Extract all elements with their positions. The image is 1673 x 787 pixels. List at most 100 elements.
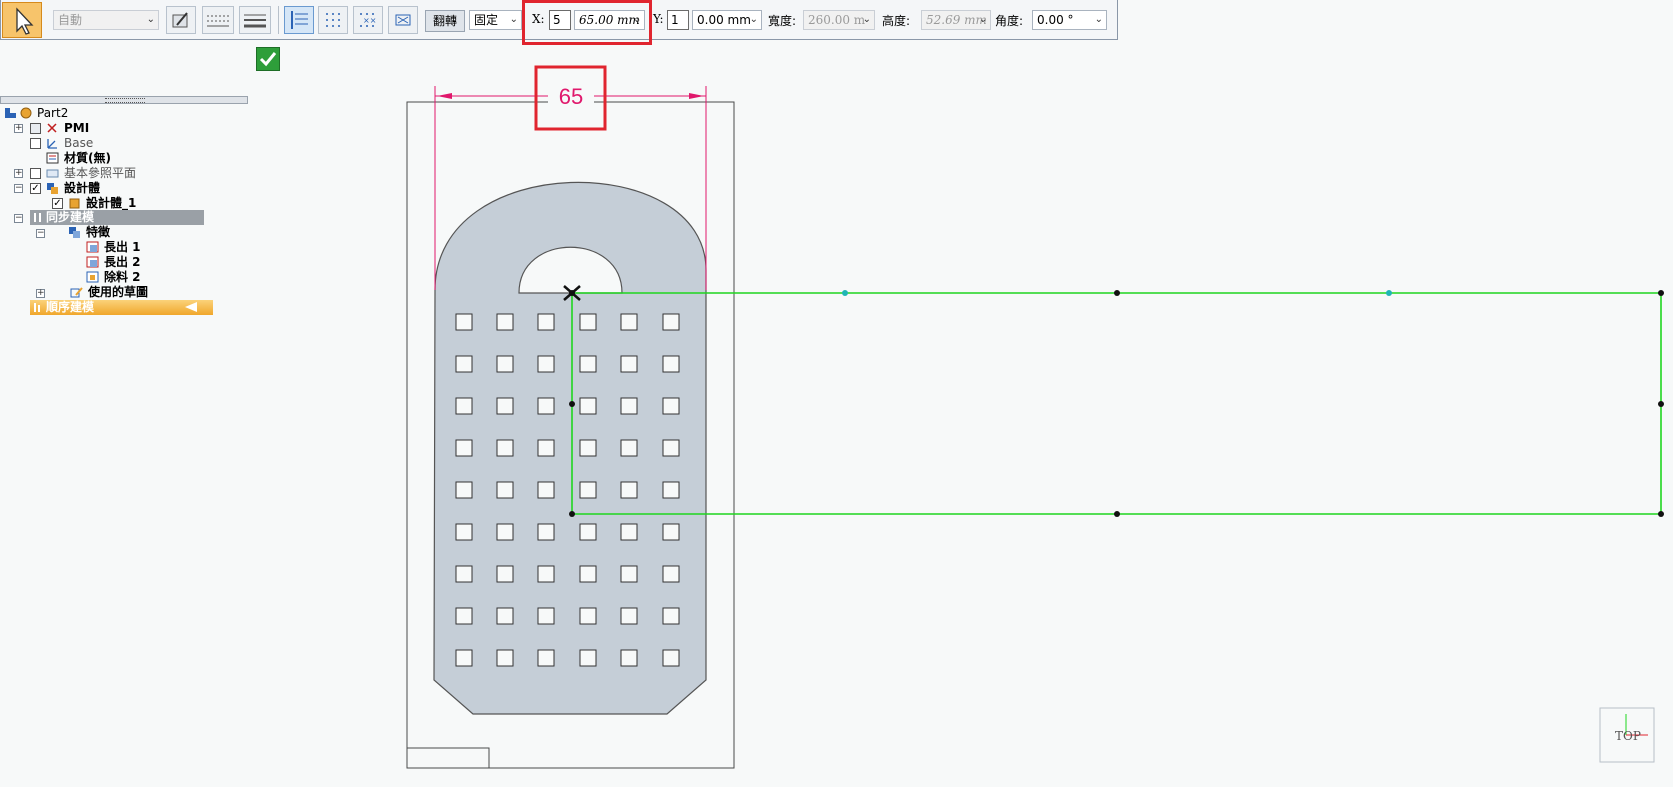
base-checkbox[interactable]	[30, 138, 41, 149]
square-hole	[496, 397, 514, 415]
collapse-toggle[interactable]: −	[14, 184, 23, 193]
square-hole	[620, 397, 638, 415]
keypoint[interactable]	[1658, 511, 1664, 517]
mode-select-value: 自動	[58, 13, 83, 27]
square-hole	[579, 439, 597, 457]
checkmark-icon	[259, 52, 277, 67]
sketch-rectangle[interactable]	[569, 290, 1664, 517]
square-hole	[496, 355, 514, 373]
tree-label-root: Part2	[37, 106, 69, 120]
chevron-down-icon: ⌄	[978, 14, 987, 25]
tree-label-design-body: 設計體	[64, 181, 101, 195]
grip-icon	[105, 98, 145, 103]
chevron-down-icon: ⌄	[1094, 14, 1103, 25]
pane-splitter[interactable]	[0, 96, 248, 104]
design-body-checkbox[interactable]: ✓	[30, 183, 41, 194]
pmi-checkbox[interactable]	[30, 123, 41, 134]
lock-plane-icon	[172, 12, 188, 28]
expand-toggle[interactable]: +	[14, 169, 23, 178]
square-hole	[537, 313, 555, 331]
keypoint[interactable]	[1114, 511, 1120, 517]
view-orientation-triad[interactable]: TOP	[1599, 707, 1655, 763]
y-step-value: 1	[671, 13, 679, 27]
mode-select[interactable]: 自動 ⌄	[53, 10, 159, 30]
midpoint[interactable]	[842, 290, 848, 296]
tree-label-protrude-1: 長出 1	[104, 240, 141, 254]
keypoint[interactable]	[569, 511, 575, 517]
y-coordinate-input[interactable]: 0.00 mm ⌄	[692, 10, 762, 30]
pmi-icon	[47, 123, 57, 133]
square-hole	[537, 607, 555, 625]
collapse-toggle[interactable]: −	[14, 214, 23, 223]
tree-label-design-body-1: 設計體_1	[86, 196, 137, 210]
part-body[interactable]	[433, 181, 707, 715]
square-hole	[537, 649, 555, 667]
hanging-slot[interactable]	[518, 246, 623, 294]
design-body-1-checkbox[interactable]: ✓	[52, 198, 63, 209]
dimension-65[interactable]: 65	[434, 78, 707, 290]
keypoint[interactable]	[1658, 401, 1664, 407]
chevron-down-icon: ⌄	[749, 14, 758, 25]
command-bar: 自動 ⌄ ×× 翻轉 固定 ⌄ X: 5 65.00 mm ⌄ Y: 1 0.00 m…	[0, 0, 1118, 45]
sheet-border	[406, 101, 735, 769]
tree-label-synchronous-modeling: 同步建模	[46, 210, 95, 224]
grid-options-button[interactable]	[284, 6, 314, 34]
expand-toggle[interactable]: +	[36, 289, 45, 298]
rollback-arrow-icon	[185, 302, 197, 312]
square-hole	[537, 523, 555, 541]
angle-input[interactable]: 0.00 ° ⌄	[1032, 10, 1107, 30]
square-hole	[662, 397, 680, 415]
midpoint[interactable]	[1386, 290, 1392, 296]
fixed-select-value: 固定	[474, 13, 499, 27]
keypoint[interactable]	[569, 290, 575, 296]
line-style-button[interactable]	[202, 6, 234, 34]
y-label: Y:	[653, 12, 664, 26]
body-icon	[47, 183, 58, 194]
tree-item-synchronous-modeling[interactable]: 同步建模	[30, 210, 204, 225]
tree-label-ordered-modeling: 順序建模	[46, 300, 95, 314]
dimension-text: 65	[559, 84, 583, 109]
snap-grid-icon: ××	[360, 13, 376, 27]
chevron-down-icon: ⌄	[509, 14, 518, 25]
width-input[interactable]: 260.00 m ⌄	[803, 10, 875, 30]
flip-button[interactable]: 翻轉	[425, 10, 465, 32]
square-hole	[662, 523, 680, 541]
y-step-input[interactable]: 1	[667, 10, 689, 30]
tree-label-pmi: PMI	[64, 121, 90, 135]
show-grid-button[interactable]	[318, 6, 348, 34]
reposition-origin-button[interactable]	[388, 6, 418, 34]
width-label: 寬度:	[768, 14, 797, 28]
square-hole	[496, 439, 514, 457]
square-hole	[579, 565, 597, 583]
square-hole	[496, 649, 514, 667]
fixed-select[interactable]: 固定 ⌄	[469, 10, 522, 30]
square-hole	[579, 481, 597, 499]
keypoint[interactable]	[569, 401, 575, 407]
square-hole	[537, 565, 555, 583]
square-hole	[662, 607, 680, 625]
line-weight-button[interactable]	[239, 6, 271, 34]
dot-grid-icon	[326, 13, 340, 27]
tree-label-protrude-2: 長出 2	[104, 255, 141, 269]
snap-to-grid-button[interactable]: ××	[353, 6, 383, 34]
tree-item-ordered-modeling[interactable]: 順序建模	[30, 300, 213, 315]
accept-button[interactable]	[256, 47, 280, 71]
lock-plane-button[interactable]	[166, 6, 196, 34]
square-hole	[496, 481, 514, 499]
square-hole	[620, 649, 638, 667]
reference-planes-checkbox[interactable]	[30, 168, 41, 179]
dimension-arrow-right	[689, 93, 704, 99]
pathfinder-tree: Part2 + PMI Base 材質(無) + 基本參照平面 − ✓ 設計體 …	[0, 104, 260, 334]
square-hole	[496, 565, 514, 583]
chevron-down-icon: ⌄	[146, 14, 155, 25]
keypoint[interactable]	[1658, 290, 1664, 296]
keypoint[interactable]	[1114, 290, 1120, 296]
square-hole	[496, 313, 514, 331]
height-input[interactable]: 52.69 mm ⌄	[921, 10, 991, 30]
square-hole	[455, 313, 473, 331]
expand-toggle[interactable]: +	[14, 124, 23, 133]
assembly-icon	[5, 108, 16, 118]
select-tool-button[interactable]	[2, 2, 42, 38]
grid-options-icon	[291, 11, 308, 29]
collapse-toggle[interactable]: −	[36, 229, 45, 238]
